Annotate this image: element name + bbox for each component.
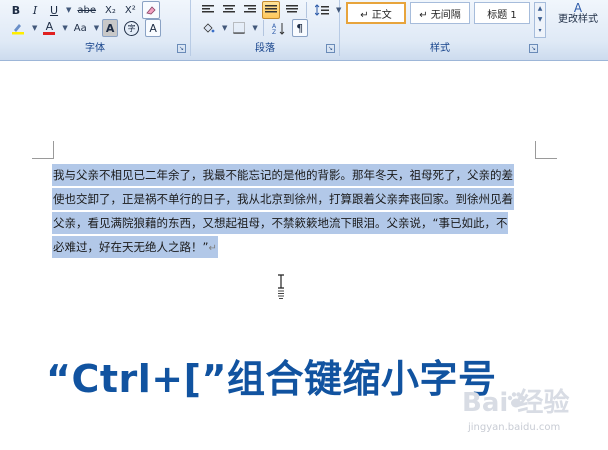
font-row-1: B I U ▼ abe X₂ X² — [8, 0, 160, 20]
change-case-button[interactable]: Aa — [71, 19, 90, 37]
distributed-icon — [286, 5, 298, 13]
paragraph-separator-2 — [262, 20, 264, 36]
borders-button[interactable] — [230, 19, 248, 37]
style-no-spacing[interactable]: ↵ 无间隔 — [410, 2, 470, 24]
strikethrough-button[interactable]: abe — [74, 1, 99, 19]
paragraph-group: ▼ ▼ ▼ AZ ¶ 段落 ↘ — [191, 0, 341, 56]
line-spacing-button[interactable] — [312, 1, 332, 19]
ribbon: B I U ▼ abe X₂ X² ▼ A ▼ Aa ▼ A 字 A 字体 ↘ … — [0, 0, 608, 61]
crop-mark-right-v — [535, 141, 536, 159]
styles-scroll-down-icon[interactable]: ▼ — [535, 14, 545, 25]
align-right-button[interactable] — [241, 1, 259, 19]
clear-formatting-button[interactable] — [141, 1, 160, 19]
justify-button[interactable] — [262, 1, 280, 19]
font-color-dropdown-icon[interactable]: ▼ — [62, 24, 67, 32]
sort-button[interactable]: AZ — [269, 19, 289, 37]
align-right-icon — [244, 5, 256, 13]
watermark-url: jingyan.baidu.com — [468, 422, 561, 433]
highlight-button[interactable] — [8, 19, 28, 37]
paragraph-dialog-launcher-icon[interactable]: ↘ — [326, 44, 335, 53]
distributed-button[interactable] — [283, 1, 301, 19]
styles-scroll-up-icon[interactable]: ▲ — [535, 3, 545, 14]
align-left-icon — [202, 5, 214, 13]
styles-group: ↵ 正文 ↵ 无间隔 标题 1 ▲ ▼ ▾ A 更改样式 样式 ↘ — [340, 0, 608, 56]
font-color-letter: A — [45, 19, 54, 33]
text-line-3[interactable]: 父亲，看见满院狼藉的东西，又想起祖母，不禁簌簌地流下眼泪。父亲说，“事已如此，不 — [52, 212, 509, 234]
font-group: B I U ▼ abe X₂ X² ▼ A ▼ Aa ▼ A 字 A 字体 ↘ — [0, 0, 191, 56]
italic-button[interactable]: I — [27, 1, 43, 19]
styles-more-icon[interactable]: ▾ — [535, 25, 545, 36]
style-heading-1[interactable]: 标题 1 — [474, 2, 530, 24]
underline-dropdown-icon[interactable]: ▼ — [66, 6, 71, 14]
paragraph-mark-icon: ↵ — [208, 243, 217, 254]
baidu-jingyan-watermark: Bai 经验 jingyan.baidu.com — [462, 382, 602, 442]
character-shading-button[interactable]: A — [102, 19, 119, 37]
text-line-4[interactable]: 必难过，好在天无绝人之路！”↵ — [52, 236, 218, 258]
font-dialog-launcher-icon[interactable]: ↘ — [177, 44, 186, 53]
show-formatting-marks-button[interactable]: ¶ — [291, 19, 308, 37]
paragraph-separator — [306, 2, 307, 18]
tutorial-caption: “Ctrl+[”组合键缩小字号 — [46, 357, 497, 401]
shading-dropdown-icon[interactable]: ▼ — [222, 24, 227, 32]
text-line-2[interactable]: 使也交卸了，正是祸不单行的日子，我从北京到徐州，打算跟着父亲奔丧回家。到徐州见着 — [52, 188, 514, 210]
paragraph-group-label: 段落 — [255, 43, 275, 54]
paragraph-row-1: ▼ — [199, 0, 341, 20]
justify-icon — [265, 5, 277, 13]
styles-dialog-launcher-icon[interactable]: ↘ — [529, 44, 538, 53]
highlighter-icon — [12, 24, 24, 35]
crop-mark-left-h — [32, 158, 54, 159]
text-line-4-content: 必难过，好在天无绝人之路！” — [53, 240, 209, 254]
line-spacing-icon — [315, 4, 329, 16]
font-color-button[interactable]: A — [40, 19, 58, 37]
border-grid-icon — [233, 22, 246, 34]
ibeam-cursor-icon — [278, 274, 284, 300]
character-border-button[interactable]: A — [145, 19, 162, 37]
font-group-label: 字体 — [85, 43, 105, 54]
font-color-bar — [43, 31, 56, 35]
sort-az-icon: AZ — [272, 22, 285, 35]
styles-gallery-scroll[interactable]: ▲ ▼ ▾ — [534, 2, 546, 38]
font-row-2: ▼ A ▼ Aa ▼ A 字 A — [8, 18, 162, 38]
paragraph-row-2: ▼ ▼ AZ ¶ — [199, 18, 308, 38]
enclose-circle-icon: 字 — [124, 20, 140, 36]
align-left-button[interactable] — [199, 1, 217, 19]
change-styles-icon: A — [573, 1, 583, 15]
paint-bucket-icon — [203, 22, 215, 33]
text-line-1[interactable]: 我与父亲不相见已二年余了，我最不能忘记的是他的背影。那年冬天，祖母死了，父亲的差 — [52, 164, 514, 186]
svg-text:Z: Z — [272, 29, 276, 35]
style-normal[interactable]: ↵ 正文 — [346, 2, 406, 24]
shading-button[interactable] — [199, 19, 218, 37]
align-center-button[interactable] — [220, 1, 238, 19]
bold-button[interactable]: B — [8, 1, 24, 19]
subscript-button[interactable]: X₂ — [102, 1, 119, 19]
borders-dropdown-icon[interactable]: ▼ — [252, 24, 257, 32]
change-styles-label: 更改样式 — [558, 14, 598, 25]
crop-mark-left-v — [53, 141, 54, 159]
underline-button[interactable]: U — [46, 1, 62, 19]
superscript-button[interactable]: X² — [122, 1, 139, 19]
change-styles-button[interactable]: A 更改样式 — [550, 2, 606, 26]
enclose-characters-button[interactable]: 字 — [121, 19, 142, 37]
highlight-dropdown-icon[interactable]: ▼ — [32, 24, 37, 32]
baidu-paw-icon — [507, 392, 525, 408]
align-center-icon — [223, 5, 235, 13]
crop-mark-right-h — [535, 158, 557, 159]
change-case-dropdown-icon[interactable]: ▼ — [94, 24, 99, 32]
eraser-icon — [146, 6, 156, 15]
styles-group-label: 样式 — [430, 43, 450, 54]
